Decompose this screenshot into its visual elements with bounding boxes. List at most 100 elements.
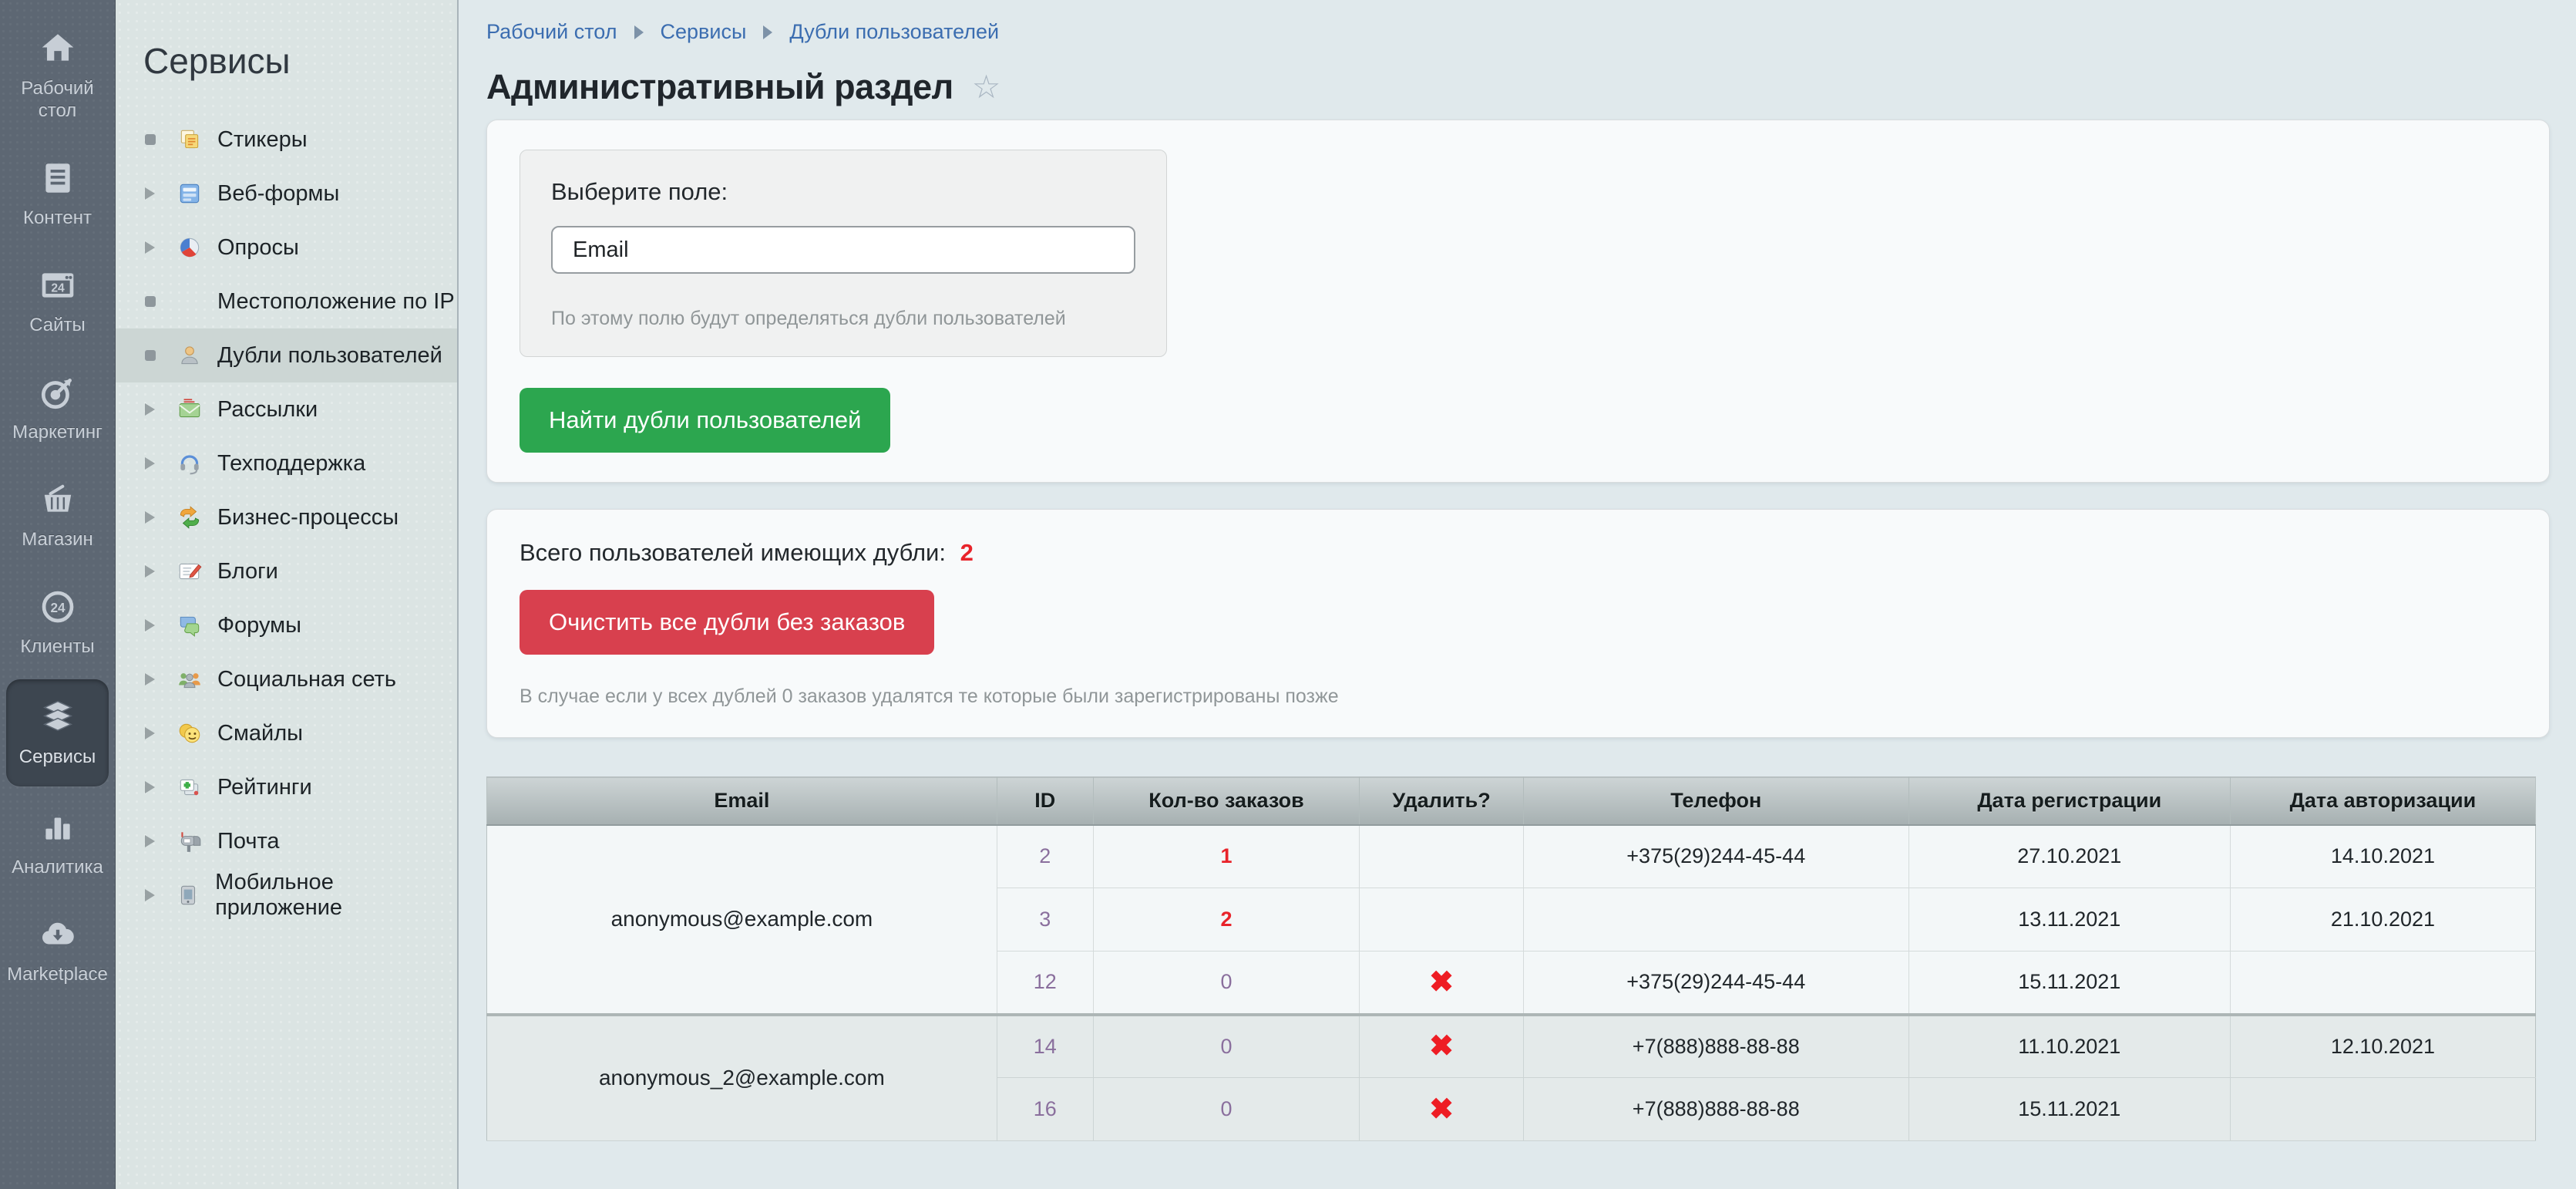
rating-icon	[173, 773, 207, 801]
sidebar-item-mailings[interactable]: Рассылки	[116, 382, 457, 436]
registration-date-cell: 11.10.2021	[1908, 1015, 2230, 1078]
mail-icon	[173, 827, 207, 855]
column-header: Дата авторизации	[2230, 777, 2535, 825]
breadcrumb-link-3[interactable]: Дубли пользователей	[789, 20, 999, 44]
favorite-star-icon[interactable]: ☆	[972, 71, 1001, 103]
orders-count-cell: 0	[1093, 952, 1360, 1015]
forum-icon	[173, 611, 207, 639]
email-cell: anonymous_2@example.com	[487, 1015, 997, 1141]
authorization-date-cell	[2230, 952, 2535, 1015]
expand-arrow-icon[interactable]	[145, 673, 155, 685]
sidebar-item-support[interactable]: Техподдержка	[116, 436, 457, 490]
authorization-date-cell: 12.10.2021	[2230, 1015, 2535, 1078]
expand-arrow-icon[interactable]	[145, 187, 155, 200]
sticky-notes-icon	[173, 126, 207, 153]
id-cell[interactable]: 3	[997, 888, 1093, 952]
id-cell[interactable]: 12	[997, 952, 1093, 1015]
breadcrumb-separator-icon	[634, 25, 644, 39]
sidebar-item-label: Социальная сеть	[217, 667, 396, 692]
phone-cell: +375(29)244-45-44	[1523, 952, 1908, 1015]
sidebar-item-webforms[interactable]: Веб-формы	[116, 167, 457, 221]
expand-arrow-icon[interactable]	[145, 781, 155, 793]
clients-24-icon: 24	[39, 588, 77, 626]
authorization-date-cell: 14.10.2021	[2230, 825, 2535, 888]
page-title: Административный раздел	[486, 67, 953, 107]
sidebar-item-blogs[interactable]: Блоги	[116, 544, 457, 598]
table-header-row: EmailIDКол-во заказовУдалить?ТелефонДата…	[487, 777, 2536, 825]
clear-duplicates-button[interactable]: Очистить все дубли без заказов	[520, 590, 934, 655]
breadcrumb-link-1[interactable]: Рабочий стол	[486, 20, 617, 44]
total-duplicates-count: 2	[960, 539, 974, 566]
expand-arrow-icon[interactable]	[145, 835, 155, 847]
sidebar-item-forums[interactable]: Форумы	[116, 598, 457, 652]
sidebar-item-mail[interactable]: Почта	[116, 814, 457, 868]
sidebar-item-label: Мобильное приложение	[215, 870, 457, 921]
sidebar-item-label: Веб-формы	[217, 181, 339, 207]
sidebar-item-smiles[interactable]: Смайлы	[116, 706, 457, 760]
blog-icon	[173, 557, 207, 585]
geoip-icon	[173, 288, 207, 315]
delete-cell[interactable]: ✖	[1360, 1015, 1524, 1078]
smiley-icon	[173, 719, 207, 747]
expand-arrow-icon[interactable]	[145, 727, 155, 739]
delete-cross-icon[interactable]: ✖	[1429, 1093, 1454, 1126]
delete-cross-icon[interactable]: ✖	[1429, 966, 1454, 999]
rail-item-analytics[interactable]: Аналитика	[0, 790, 115, 897]
sidebar-item-polls[interactable]: Опросы	[116, 221, 457, 275]
sidebar-item-ratings[interactable]: Рейтинги	[116, 760, 457, 814]
expand-arrow-icon[interactable]	[145, 565, 155, 578]
find-duplicates-button[interactable]: Найти дубли пользователей	[520, 388, 890, 453]
rail-item-desktop[interactable]: Рабочий стол	[0, 11, 115, 140]
column-header: Дата регистрации	[1908, 777, 2230, 825]
services-layers-icon	[39, 698, 77, 736]
id-cell[interactable]: 14	[997, 1015, 1093, 1078]
id-cell[interactable]: 16	[997, 1078, 1093, 1141]
email-cell: anonymous@example.com	[487, 825, 997, 1015]
column-header: Удалить?	[1360, 777, 1524, 825]
rail-item-services[interactable]: Сервисы	[6, 679, 109, 786]
marketplace-cloud-icon	[39, 915, 77, 954]
registration-date-cell: 13.11.2021	[1908, 888, 2230, 952]
expand-arrow-icon[interactable]	[145, 889, 155, 901]
delete-cell	[1360, 888, 1524, 952]
duplicate-group: anonymous@example.com21+375(29)244-45-44…	[487, 825, 2536, 1015]
mobile-app-icon	[172, 881, 204, 909]
rail-item-store[interactable]: Магазин	[0, 462, 115, 569]
delete-cell[interactable]: ✖	[1360, 952, 1524, 1015]
delete-cross-icon[interactable]: ✖	[1429, 1030, 1454, 1063]
business-process-icon	[173, 504, 207, 531]
sidebar-item-bizproc[interactable]: Бизнес-процессы	[116, 490, 457, 544]
expand-arrow-icon[interactable]	[145, 619, 155, 632]
delete-cell[interactable]: ✖	[1360, 1078, 1524, 1141]
breadcrumb-separator-icon	[763, 25, 772, 39]
sidebar-item-geoip[interactable]: Местоположение по IP	[116, 275, 457, 328]
expand-arrow-icon[interactable]	[145, 241, 155, 254]
rail-item-clients[interactable]: 24 Клиенты	[0, 569, 115, 676]
sidebar-item-duplicates[interactable]: Дубли пользователей	[116, 328, 457, 382]
main-content: Рабочий стол Сервисы Дубли пользователей А…	[459, 0, 2576, 1189]
sidebar-item-label: Смайлы	[217, 721, 303, 746]
sidebar-item-social[interactable]: Социальная сеть	[116, 652, 457, 706]
rail-item-content[interactable]: Контент	[0, 140, 115, 248]
filter-panel: Выберите поле: По этому полю будут опред…	[486, 120, 2550, 483]
marketing-target-icon	[39, 373, 77, 412]
breadcrumb-link-2[interactable]: Сервисы	[661, 20, 747, 44]
rail-item-marketplace[interactable]: Marketplace	[0, 897, 115, 1004]
id-cell[interactable]: 2	[997, 825, 1093, 888]
rail-item-label: Сервисы	[19, 746, 96, 768]
sidebar-item-label: Местоположение по IP	[217, 289, 455, 315]
rail-item-marketing[interactable]: Маркетинг	[0, 355, 115, 462]
user-duplicates-icon	[173, 342, 207, 369]
expand-arrow-icon[interactable]	[145, 403, 155, 416]
sidebar-item-mobileapp[interactable]: Мобильное приложение	[116, 868, 457, 922]
support-headset-icon	[173, 450, 207, 477]
rail-item-sites[interactable]: 24Сайты	[0, 248, 115, 355]
field-select-box: Выберите поле: По этому полю будут опред…	[520, 150, 1167, 357]
field-select-input[interactable]	[551, 226, 1135, 274]
expand-arrow-icon[interactable]	[145, 511, 155, 524]
orders-count-cell: 0	[1093, 1015, 1360, 1078]
rail-item-label: Аналитика	[12, 856, 103, 878]
sidebar-item-stickers[interactable]: Стикеры	[116, 113, 457, 167]
rail-item-label: Клиенты	[20, 635, 94, 658]
expand-arrow-icon[interactable]	[145, 457, 155, 470]
